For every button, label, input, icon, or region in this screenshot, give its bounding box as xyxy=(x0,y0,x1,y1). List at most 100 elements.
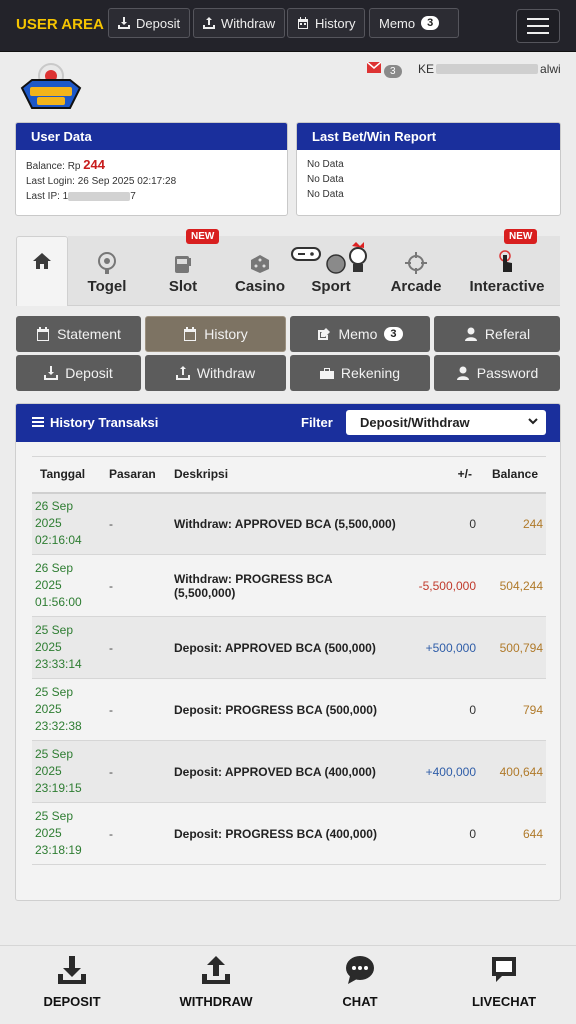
row-date: 25 Sep 2025 23:18:19 xyxy=(32,802,104,865)
top-history-button[interactable]: History xyxy=(287,8,366,38)
row-description: Deposit: APPROVED BCA (400,000) xyxy=(174,740,396,803)
togel-icon xyxy=(98,252,116,274)
bottom-deposit-label: DEPOSIT xyxy=(43,994,101,1009)
row-pasaran: - xyxy=(104,802,174,865)
tab-slot[interactable]: NEW Slot xyxy=(158,229,220,306)
history-table: Tanggal Pasaran Deskripsi +/- Balance 26… xyxy=(32,456,546,865)
row-balance: 644 xyxy=(476,802,546,865)
user-icon xyxy=(464,327,477,341)
last-login: Last Login: 26 Sep 2025 02:17:28 xyxy=(26,176,177,187)
last-ip-end: 7 xyxy=(130,191,136,202)
tab-home[interactable] xyxy=(16,236,68,306)
chat-bubble-icon xyxy=(346,956,374,984)
tab-sport-label: Sport xyxy=(311,278,351,295)
tab-arcade-label: Arcade xyxy=(390,278,442,295)
referal-label: Referal xyxy=(484,326,531,342)
deposit-icon xyxy=(44,366,59,380)
history-title-text: History Transaksi xyxy=(50,415,159,430)
col-deskripsi: Deskripsi xyxy=(174,456,396,494)
tab-sport[interactable]: Sport xyxy=(290,236,372,306)
user-data-panel: User Data Balance: Rp 244 Last Login: 26… xyxy=(15,122,288,216)
memo-count-badge: 3 xyxy=(421,16,440,30)
withdraw-button[interactable]: Withdraw xyxy=(145,355,286,391)
table-row: 26 Sep 2025 01:56:00 - Withdraw: PROGRESS … xyxy=(32,554,546,617)
bottom-livechat[interactable]: LIVECHAT xyxy=(468,954,540,1009)
withdraw-icon xyxy=(175,366,190,380)
new-badge: NEW xyxy=(186,229,220,244)
mail-count-badge: 3 xyxy=(384,65,402,78)
withdraw-label: Withdraw xyxy=(196,365,256,381)
statement-button[interactable]: Statement xyxy=(16,316,141,352)
tab-interactive[interactable]: NEW Interactive xyxy=(466,229,548,306)
deposit-label: Deposit xyxy=(65,365,113,381)
history-header: History Transaksi Filter Deposit/Withdra… xyxy=(16,404,560,442)
upload-icon xyxy=(202,956,230,984)
last-ip-label: Last IP: 1 xyxy=(26,191,69,202)
bottom-withdraw-label: WITHDRAW xyxy=(179,994,253,1009)
row-balance: 400,644 xyxy=(476,740,546,803)
row-amount: -5,500,000 xyxy=(396,554,476,617)
list-icon xyxy=(32,417,44,427)
row-balance: 244 xyxy=(476,492,546,555)
top-withdraw-button[interactable]: Withdraw xyxy=(193,8,286,38)
top-memo-button[interactable]: Memo 3 xyxy=(369,8,459,38)
last-bet-title: Last Bet/Win Report xyxy=(297,123,560,150)
username-end: alwi xyxy=(540,62,561,76)
tab-interactive-label: Interactive xyxy=(469,278,545,295)
tab-arcade[interactable]: Arcade xyxy=(386,236,446,306)
tab-togel-label: Togel xyxy=(87,278,127,295)
edit-icon xyxy=(318,328,331,340)
row-description: Withdraw: APPROVED BCA (5,500,000) xyxy=(174,492,396,555)
site-logo[interactable] xyxy=(18,60,84,116)
username-mask xyxy=(436,64,539,74)
referal-button[interactable]: Referal xyxy=(434,316,560,352)
bottom-withdraw[interactable]: WITHDRAW xyxy=(176,954,256,1009)
row-description: Deposit: PROGRESS BCA (400,000) xyxy=(174,802,396,865)
row-amount: 0 xyxy=(396,678,476,741)
download-icon xyxy=(58,956,86,984)
touch-icon xyxy=(499,250,512,272)
col-balance: Balance xyxy=(476,456,546,494)
tab-casino[interactable]: Casino xyxy=(232,236,288,306)
row-pasaran: - xyxy=(104,678,174,741)
password-button[interactable]: Password xyxy=(434,355,560,391)
row-date: 25 Sep 2025 23:32:38 xyxy=(32,678,104,741)
history-button[interactable]: History xyxy=(145,316,286,352)
table-row: 26 Sep 2025 02:16:04 - Withdraw: APPROVED … xyxy=(32,492,546,555)
category-tabs: Togel NEW Slot Casino Sport Arcade NEW I… xyxy=(68,229,560,306)
rekening-button[interactable]: Rekening xyxy=(290,355,430,391)
memo-button[interactable]: Memo 3 xyxy=(290,316,430,352)
deposit-button[interactable]: Deposit xyxy=(16,355,141,391)
statement-label: Statement xyxy=(57,326,121,342)
row-pasaran: - xyxy=(104,554,174,617)
balance-value: 244 xyxy=(83,157,105,172)
bottom-deposit[interactable]: DEPOSIT xyxy=(40,954,104,1009)
mail-icon[interactable] xyxy=(367,62,381,73)
bottom-chat-label: CHAT xyxy=(342,994,378,1009)
history-title: History Transaksi xyxy=(32,415,158,430)
row-balance: 504,244 xyxy=(476,554,546,617)
bottom-nav: DEPOSIT WITHDRAW CHAT LIVECHAT xyxy=(0,945,576,1024)
new-badge: NEW xyxy=(504,229,538,244)
row-pasaran: - xyxy=(104,740,174,803)
balance-row: Balance: Rp 244 xyxy=(26,157,277,174)
crosshair-icon xyxy=(405,252,427,274)
row-description: Deposit: APPROVED BCA (500,000) xyxy=(174,616,396,679)
deposit-icon xyxy=(118,17,130,29)
top-memo-label: Memo xyxy=(379,15,416,31)
row-date: 25 Sep 2025 23:33:14 xyxy=(32,616,104,679)
row-amount: 0 xyxy=(396,492,476,555)
username: KE alwi xyxy=(418,62,561,76)
tab-togel[interactable]: Togel xyxy=(78,236,136,306)
rekening-label: Rekening xyxy=(340,365,401,381)
bottom-chat[interactable]: CHAT xyxy=(334,954,386,1009)
tab-casino-label: Casino xyxy=(234,278,285,295)
filter-select[interactable]: Deposit/Withdraw xyxy=(346,410,546,435)
top-bar: USER AREA Deposit Withdraw History Memo … xyxy=(0,0,576,52)
hamburger-icon[interactable] xyxy=(516,9,560,43)
top-deposit-button[interactable]: Deposit xyxy=(108,8,191,38)
calendar-icon xyxy=(37,327,50,341)
col-amount: +/- xyxy=(396,456,476,494)
table-row: 25 Sep 2025 23:32:38 - Deposit: PROGRESS B… xyxy=(32,678,546,741)
row-pasaran: - xyxy=(104,616,174,679)
